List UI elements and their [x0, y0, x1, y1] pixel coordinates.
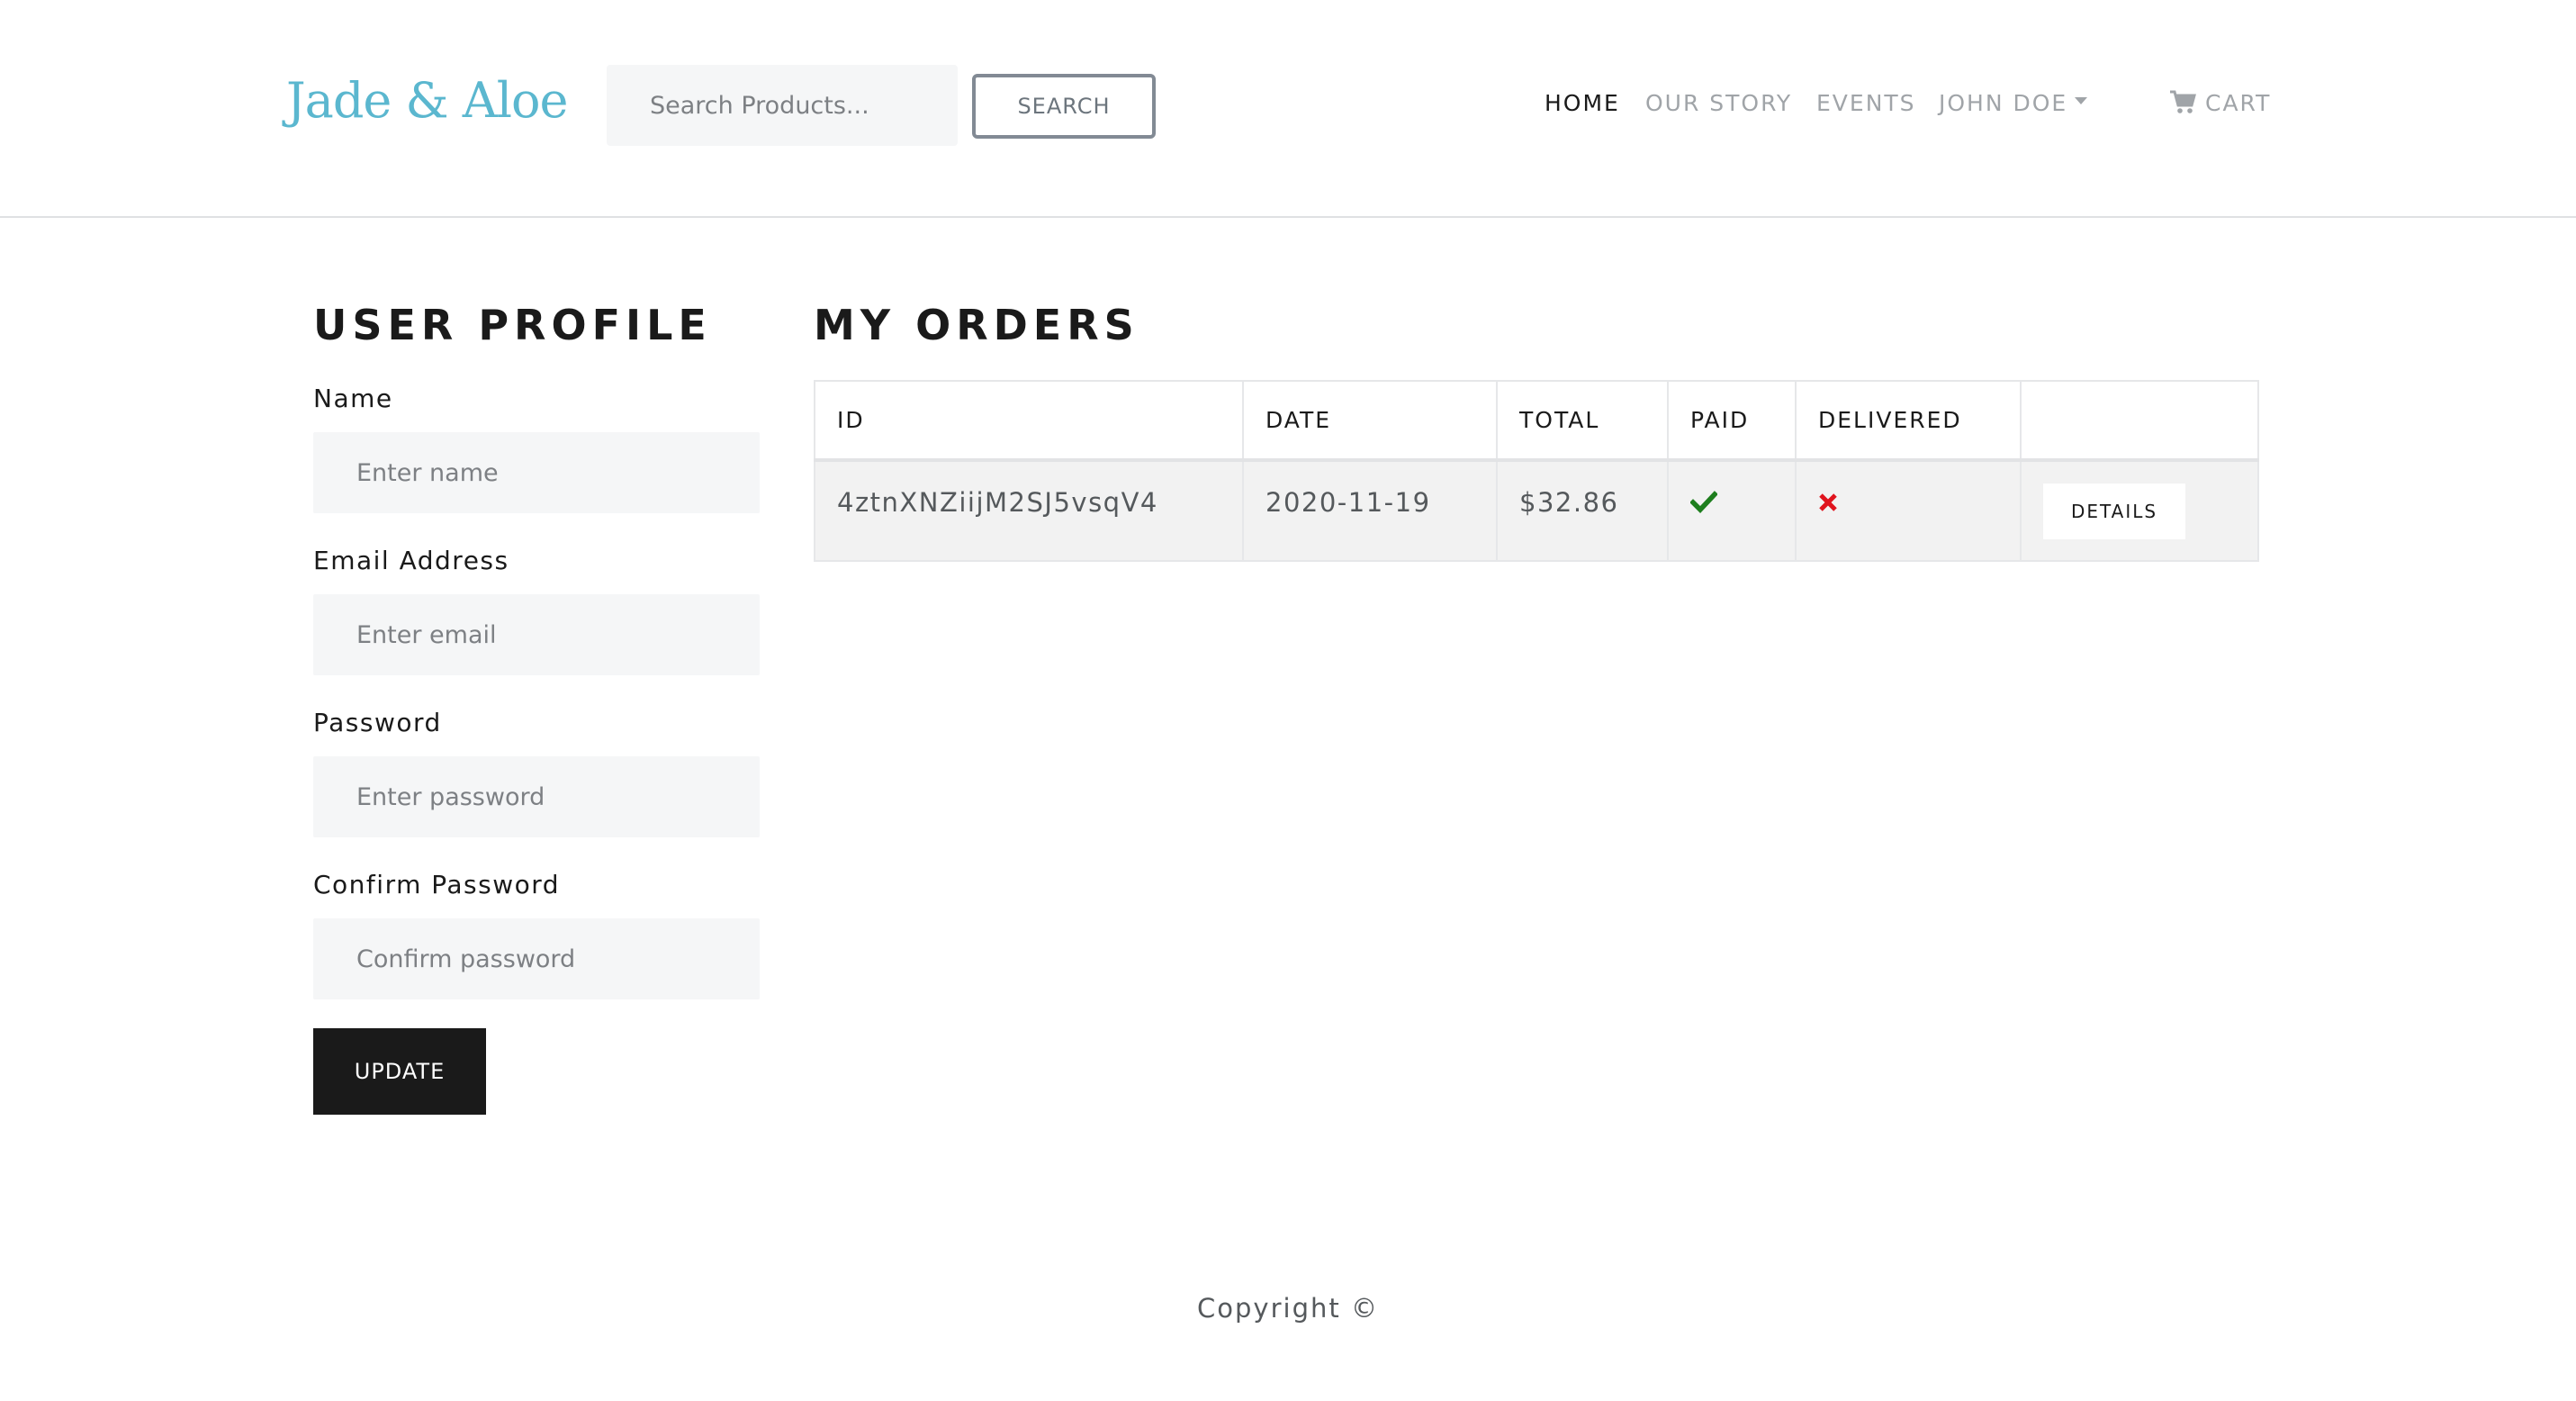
password-field[interactable] — [313, 756, 760, 837]
search-input[interactable] — [607, 65, 958, 146]
details-button[interactable]: DETAILS — [2043, 484, 2185, 539]
check-icon — [1689, 491, 1718, 513]
nav-user-label: JOHN DOE — [1939, 90, 2068, 116]
order-delivered-cell — [1795, 459, 2022, 562]
cart-icon — [2170, 90, 2196, 113]
confirm-password-label: Confirm Password — [313, 870, 561, 899]
update-button[interactable]: UPDATE — [313, 1028, 486, 1115]
name-label: Name — [313, 384, 393, 413]
column-header-paid: PAID — [1667, 380, 1797, 462]
nav-our-story[interactable]: OUR STORY — [1645, 90, 1792, 116]
table-header-row: ID DATE TOTAL PAID DELIVERED — [814, 380, 2259, 462]
confirm-password-field[interactable] — [313, 918, 760, 999]
order-date: 2020-11-19 — [1242, 459, 1498, 562]
order-actions-cell: DETAILS — [2020, 459, 2259, 562]
password-label: Password — [313, 708, 442, 737]
column-header-actions — [2020, 380, 2259, 462]
search-button[interactable]: SEARCH — [972, 74, 1156, 139]
column-header-id: ID — [814, 380, 1244, 462]
caret-down-icon — [2075, 97, 2088, 104]
footer-copyright: Copyright © — [1197, 1293, 1379, 1324]
table-row: 4ztnXNZiijM2SJ5vsqV4 2020-11-19 $32.86 D… — [814, 459, 2259, 562]
order-id: 4ztnXNZiijM2SJ5vsqV4 — [814, 459, 1244, 562]
top-navbar: Jade & Aloe SEARCH HOME OUR STORY EVENTS… — [0, 0, 2576, 218]
orders-table: ID DATE TOTAL PAID DELIVERED 4ztnXNZiijM… — [814, 380, 2259, 562]
nav-cart[interactable]: CART — [2169, 90, 2271, 117]
nav-events[interactable]: EVENTS — [1816, 90, 1916, 116]
my-orders-title: MY ORDERS — [814, 301, 1139, 349]
column-header-total: TOTAL — [1496, 380, 1669, 462]
order-total: $32.86 — [1496, 459, 1669, 562]
column-header-date: DATE — [1242, 380, 1498, 462]
nav-user-dropdown[interactable]: JOHN DOE — [1939, 90, 2088, 116]
email-label: Email Address — [313, 546, 509, 575]
name-field[interactable] — [313, 432, 760, 513]
column-header-delivered: DELIVERED — [1795, 380, 2022, 462]
email-field[interactable] — [313, 594, 760, 675]
order-paid-cell — [1667, 459, 1797, 562]
user-profile-title: USER PROFILE — [313, 301, 712, 349]
brand-logo[interactable]: Jade & Aloe — [286, 72, 568, 129]
x-icon — [1819, 493, 1837, 511]
page: Jade & Aloe SEARCH HOME OUR STORY EVENTS… — [0, 0, 2576, 1401]
nav-home[interactable]: HOME — [1545, 90, 1620, 116]
nav-cart-label: CART — [2205, 90, 2272, 116]
